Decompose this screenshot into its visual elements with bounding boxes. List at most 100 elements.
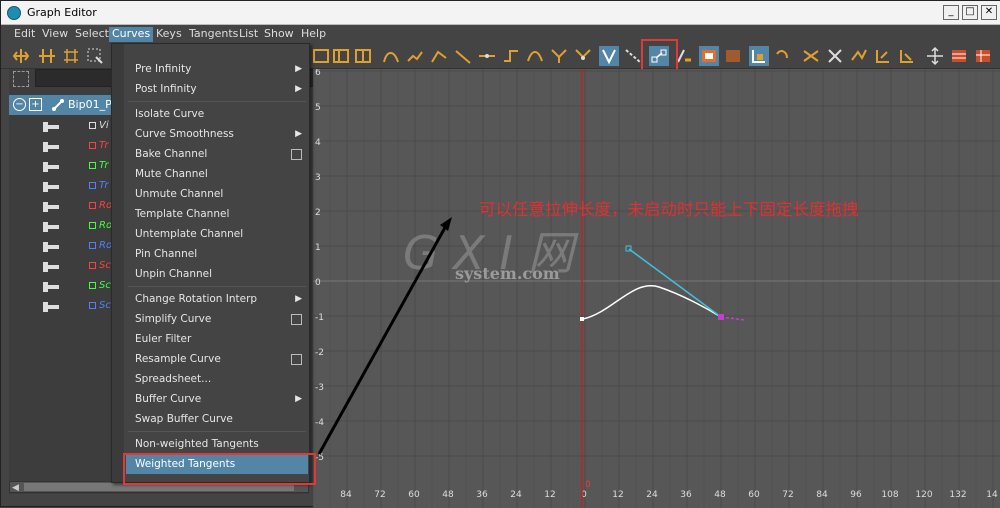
channel-row[interactable]: Sc [9,297,119,317]
infinity-post-icon[interactable] [873,46,893,66]
channel-color-swatch [89,142,96,149]
option-box-icon[interactable] [291,149,302,160]
menu-select[interactable]: Select [72,27,112,42]
flat-tangent-icon[interactable] [453,46,473,66]
normalize-icon[interactable] [801,46,821,66]
menu-list[interactable]: List [236,27,261,42]
spline-tangent-icon[interactable] [381,46,401,66]
menu-item-label: Change Rotation Interp [135,293,258,305]
y-tick-label: 5 [315,103,321,113]
step-tangent-icon[interactable] [477,46,497,66]
frame-playback-icon[interactable] [353,46,373,66]
menu-item-label: Bake Channel [135,148,208,160]
menu-item-label: Swap Buffer Curve [135,413,233,425]
menu-item-non-weighted-tangents[interactable]: Non-weighted Tangents [126,434,308,454]
buffer-curve-icon[interactable] [525,46,545,66]
menu-item-untemplate-channel[interactable]: Untemplate Channel [126,224,308,244]
menu-item-label: Template Channel [135,208,230,220]
channel-row[interactable]: Ro [9,217,119,237]
submenu-arrow-icon: ▶ [295,129,302,139]
menu-item-unpin-channel[interactable]: Unpin Channel [126,264,308,284]
channel-color-swatch [89,162,96,169]
option-box-icon[interactable] [291,314,302,325]
graph-canvas[interactable]: 6543210-1-2-3-4-584 72 60 48 36 24 12 0 12 24 36 48… [313,69,1000,508]
menu-item-resample-curve[interactable]: Resample Curve [126,349,308,369]
minimize-button[interactable]: _ [943,5,959,20]
menu-item-template-channel[interactable]: Template Channel [126,204,308,224]
menu-item-label: Unpin Channel [135,268,213,280]
close-button[interactable]: ✕ [981,5,997,20]
tangent-out-line[interactable] [720,316,746,321]
channel-row[interactable]: Sc [9,257,119,277]
load-selected-icon[interactable] [723,46,743,66]
collapse-icon[interactable]: − [13,98,26,111]
channel-row[interactable]: Tr [9,137,119,157]
channel-row[interactable]: Sc [9,277,119,297]
menu-item-mute-channel[interactable]: Mute Channel [126,164,308,184]
time-snap-icon[interactable] [749,46,769,66]
menu-item-post-infinity[interactable]: Post Infinity ▶ [126,79,308,99]
move-key-icon[interactable] [11,46,31,66]
lock-tangent-weight-icon[interactable] [623,46,643,66]
menu-tangents[interactable]: Tangents [186,27,241,42]
infinity-pre-icon[interactable] [849,46,869,66]
menu-item-unmute-channel[interactable]: Unmute Channel [126,184,308,204]
x-tick-label: 36 [680,490,692,500]
y-tick-label: -5 [315,453,324,463]
menu-item-pre-infinity[interactable]: Pre Infinity ▶ [126,59,308,79]
plateau-tangent-icon[interactable] [501,46,521,66]
menu-edit[interactable]: Edit [11,27,38,42]
tangent-handle-line[interactable] [628,248,722,318]
filter-icon[interactable] [13,71,29,87]
menu-item-spreadsheet[interactable]: Spreadsheet... [126,369,308,389]
linear-tangent-icon[interactable] [429,46,449,66]
menu-keys[interactable]: Keys [153,27,185,42]
x-tick-label: 84 [816,490,828,500]
selected-key[interactable] [718,314,724,320]
first-key[interactable] [580,317,584,321]
option-box-icon[interactable] [291,354,302,365]
expand-icon[interactable]: + [29,98,42,111]
clamped-tangent-icon[interactable] [405,46,425,66]
channel-row[interactable]: Tr [9,177,119,197]
tangent-lock-icon[interactable] [599,46,619,66]
dopesheet-icon[interactable] [925,46,945,66]
trax-icon[interactable] [949,46,969,66]
y-tick-label: 6 [315,69,321,78]
value-snap-icon[interactable] [773,46,793,66]
region-select-icon[interactable] [85,46,105,66]
outliner-root-item[interactable]: − + Bip01_Pel [9,95,124,115]
menu-item-label: Curve Smoothness [135,128,234,140]
scroll-left-icon[interactable]: ◀ [12,483,19,493]
graph-view[interactable]: 6 5 4 3 2 1 0 -1 -2 -3 -4 -5 84 72 60 48 36 24 12 0 12 24 36 48… [313,69,1000,508]
cycle-offset-icon[interactable] [897,46,917,66]
channel-row[interactable]: Vi [9,117,119,137]
channel-row[interactable]: Tr [9,157,119,177]
menu-show[interactable]: Show [261,27,297,42]
frame-selection-icon[interactable] [331,46,351,66]
channel-row[interactable]: Ro [9,237,119,257]
lattice-icon[interactable] [61,46,81,66]
menu-item-simplify-curve[interactable]: Simplify Curve [126,309,308,329]
frame-all-icon[interactable] [311,46,331,66]
menu-view[interactable]: View [39,27,71,42]
unify-tangent-icon[interactable] [573,46,593,66]
menu-item-buffer-curve[interactable]: Buffer Curve ▶ [126,389,308,409]
title-bar: Graph Editor _ □ ✕ [1,1,1000,25]
menu-item-swap-buffer-curve[interactable]: Swap Buffer Curve [126,409,308,429]
menu-help[interactable]: Help [298,27,329,42]
spreadsheet-icon[interactable] [973,46,993,66]
insert-key-icon[interactable] [37,46,57,66]
channel-row[interactable]: Ro [9,197,119,217]
menu-item-euler-filter[interactable]: Euler Filter [126,329,308,349]
menu-item-isolate-curve[interactable]: Isolate Curve [126,104,308,124]
menu-item-curve-smoothness[interactable]: Curve Smoothness ▶ [126,124,308,144]
menu-item-change-rotation-interp[interactable]: Change Rotation Interp ▶ [126,289,308,309]
auto-load-icon[interactable] [699,46,719,66]
denormalize-icon[interactable] [825,46,845,66]
break-tangent-icon[interactable] [549,46,569,66]
menu-item-bake-channel[interactable]: Bake Channel [126,144,308,164]
maximize-button[interactable]: □ [962,5,978,20]
menu-curves[interactable]: Curves [109,27,154,42]
menu-item-pin-channel[interactable]: Pin Channel [126,244,308,264]
